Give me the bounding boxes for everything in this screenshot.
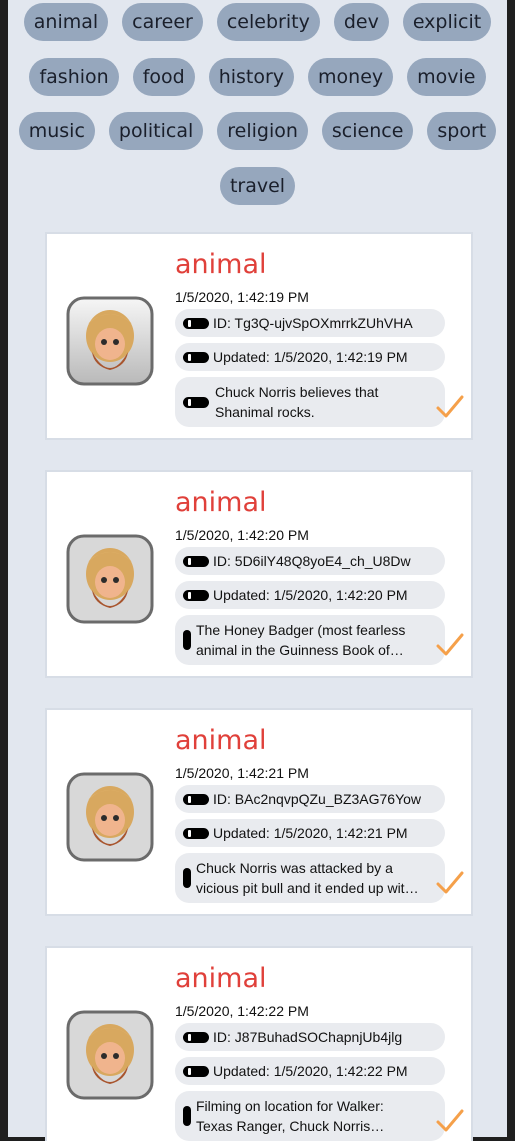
black-pill-icon — [183, 317, 209, 329]
card-date: 1/5/2020, 1:42:20 PM — [175, 527, 309, 543]
id-pill: ID: Tg3Q-ujvSpOXmrrkZUhVHA — [175, 309, 445, 337]
message-pill: Filming on location for Walker: Texas Ra… — [175, 1091, 445, 1141]
card-category-title: animal — [175, 487, 267, 518]
black-pill-icon — [183, 1031, 209, 1043]
category-chip-dev[interactable]: dev — [333, 3, 389, 41]
joke-message-text: The Honey Badger (most fearless animal i… — [196, 622, 406, 658]
joke-message-text: Chuck Norris believes that Shanimal rock… — [215, 384, 379, 420]
card-category-title: animal — [175, 725, 267, 756]
updated-text: Updated: 1/5/2020, 1:42:19 PM — [213, 349, 408, 365]
message-pill: Chuck Norris believes that Shanimal rock… — [175, 377, 445, 427]
chuck-norris-avatar-icon — [66, 1010, 154, 1100]
black-pill-icon — [183, 351, 209, 363]
category-chip-science[interactable]: science — [321, 112, 414, 150]
updated-pill: Updated: 1/5/2020, 1:42:22 PM — [175, 1057, 445, 1085]
black-pill-icon — [183, 868, 191, 888]
category-chip-career[interactable]: career — [122, 3, 203, 41]
updated-pill: Updated: 1/5/2020, 1:42:19 PM — [175, 343, 445, 371]
id-pill: ID: 5D6ilY48Q8yoE4_ch_U8Dw — [175, 547, 445, 575]
id-pill: ID: BAc2nqvpQZu_BZ3AG76Yow — [175, 785, 445, 813]
id-text: ID: 5D6ilY48Q8yoE4_ch_U8Dw — [213, 553, 411, 569]
chuck-norris-avatar-icon — [66, 534, 154, 624]
id-text: ID: Tg3Q-ujvSpOXmrrkZUhVHA — [213, 315, 413, 331]
category-chip-celebrity[interactable]: celebrity — [216, 3, 320, 41]
card-date: 1/5/2020, 1:42:22 PM — [175, 1003, 309, 1019]
black-pill-icon — [183, 1106, 191, 1126]
joke-card[interactable]: animal 1/5/2020, 1:42:21 PM ID: BAc2nqvp… — [45, 708, 473, 916]
category-chip-food[interactable]: food — [132, 58, 195, 96]
id-text: ID: BAc2nqvpQZu_BZ3AG76Yow — [213, 791, 422, 807]
chuck-norris-avatar-icon — [66, 296, 154, 386]
category-row-2: fashion food history money movie — [8, 58, 507, 96]
joke-card[interactable]: animal 1/5/2020, 1:42:20 PM ID: 5D6ilY48… — [45, 470, 473, 678]
card-date: 1/5/2020, 1:42:21 PM — [175, 765, 309, 781]
joke-card[interactable]: animal 1/5/2020, 1:42:19 PM ID: Tg3Q-ujv… — [45, 232, 473, 440]
black-pill-icon — [183, 1065, 209, 1077]
card-category-title: animal — [175, 963, 267, 994]
updated-pill: Updated: 1/5/2020, 1:42:20 PM — [175, 581, 445, 609]
black-pill-icon — [183, 555, 209, 567]
category-chip-sport[interactable]: sport — [427, 112, 497, 150]
updated-text: Updated: 1/5/2020, 1:42:21 PM — [213, 825, 408, 841]
chuck-norris-avatar-icon — [66, 772, 154, 862]
category-chip-fashion[interactable]: fashion — [29, 58, 119, 96]
black-pill-icon — [183, 630, 191, 650]
checkmark-icon[interactable] — [435, 870, 465, 896]
category-chip-history[interactable]: history — [208, 58, 295, 96]
checkmark-icon[interactable] — [435, 1108, 465, 1134]
category-chip-explicit[interactable]: explicit — [402, 3, 492, 41]
updated-text: Updated: 1/5/2020, 1:42:20 PM — [213, 587, 408, 603]
updated-pill: Updated: 1/5/2020, 1:42:21 PM — [175, 819, 445, 847]
category-chip-money[interactable]: money — [308, 58, 394, 96]
joke-card[interactable]: animal 1/5/2020, 1:42:22 PM ID: J87Buhad… — [45, 946, 473, 1141]
category-chip-music[interactable]: music — [18, 112, 95, 150]
black-pill-icon — [183, 827, 209, 839]
updated-text: Updated: 1/5/2020, 1:42:22 PM — [213, 1063, 408, 1079]
joke-message-text: Chuck Norris was attacked by a vicious p… — [196, 860, 419, 896]
checkmark-icon[interactable] — [435, 632, 465, 658]
window-edge-left — [0, 0, 8, 1141]
checkmark-icon[interactable] — [435, 394, 465, 420]
window-edge-right — [507, 0, 515, 1141]
id-pill: ID: J87BuhadSOChapnjUb4jlg — [175, 1023, 445, 1051]
black-pill-icon — [183, 396, 209, 408]
category-chip-political[interactable]: political — [108, 112, 204, 150]
category-row-4: travel — [8, 167, 507, 205]
id-text: ID: J87BuhadSOChapnjUb4jlg — [213, 1029, 403, 1045]
black-pill-icon — [183, 589, 209, 601]
category-row-1: animal career celebrity dev explicit — [8, 3, 507, 41]
black-pill-icon — [183, 793, 209, 805]
category-chip-animal[interactable]: animal — [23, 3, 109, 41]
card-date: 1/5/2020, 1:42:19 PM — [175, 289, 309, 305]
joke-message-text: Filming on location for Walker: Texas Ra… — [196, 1098, 384, 1134]
category-row-3: music political religion science sport — [8, 112, 507, 150]
card-category-title: animal — [175, 249, 267, 280]
category-chip-religion[interactable]: religion — [217, 112, 308, 150]
category-chip-movie[interactable]: movie — [407, 58, 486, 96]
message-pill: The Honey Badger (most fearless animal i… — [175, 615, 445, 665]
category-chip-travel[interactable]: travel — [219, 167, 296, 205]
message-pill: Chuck Norris was attacked by a vicious p… — [175, 853, 445, 903]
